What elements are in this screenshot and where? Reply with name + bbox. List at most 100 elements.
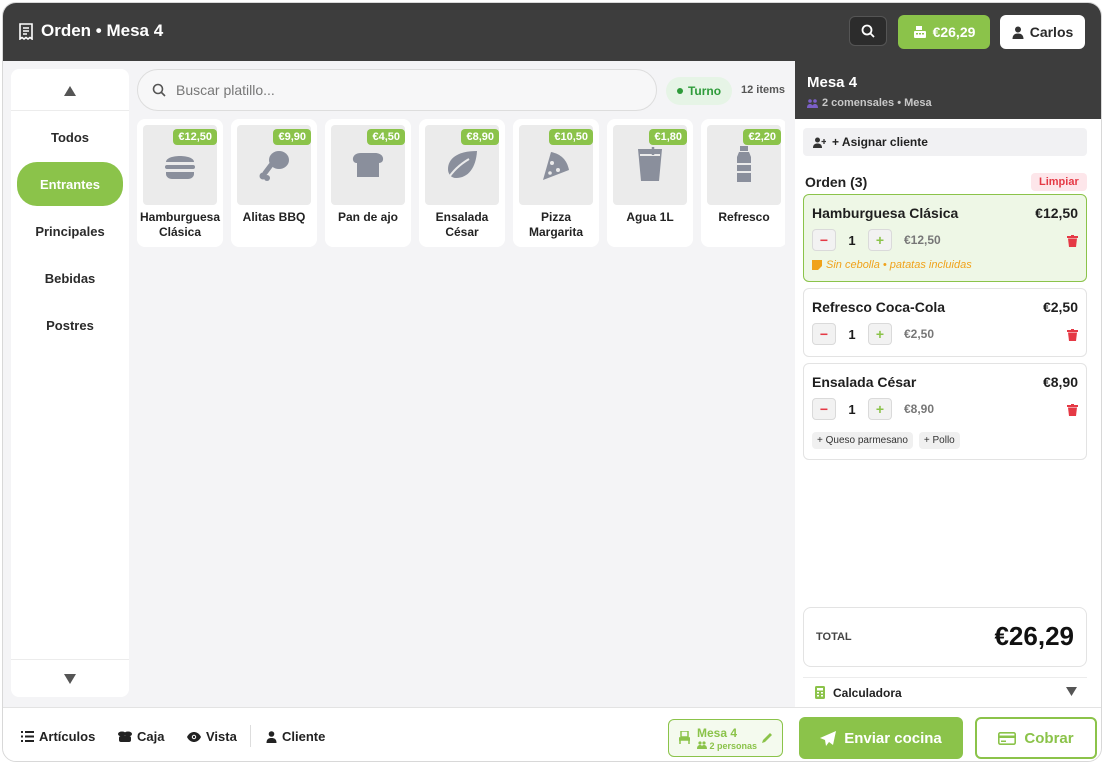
product-card[interactable]: €2,20 Refresco xyxy=(701,119,785,247)
unit-price: €12,50 xyxy=(904,233,941,247)
chair-icon xyxy=(679,731,690,744)
shift-label: Turno xyxy=(687,84,722,98)
category-todos[interactable]: Todos xyxy=(17,117,123,157)
calculator-label: Calculadora xyxy=(833,685,902,700)
delete-line-button[interactable] xyxy=(1067,328,1078,346)
users-icon xyxy=(697,741,707,749)
table-selector-button[interactable]: Mesa 4 2 personas xyxy=(668,719,783,757)
trash-icon xyxy=(1067,235,1078,247)
assign-client-button[interactable]: + Asignar cliente xyxy=(803,128,1087,156)
cash-total-value: €26,29 xyxy=(932,24,976,40)
nav-articulos[interactable]: Artículos xyxy=(21,729,95,744)
line-name: Ensalada César xyxy=(812,374,917,390)
decrease-button[interactable]: − xyxy=(812,398,836,420)
category-postres[interactable]: Postres xyxy=(17,305,123,345)
trash-icon xyxy=(1067,329,1078,341)
bottle-icon xyxy=(737,146,751,182)
increase-button[interactable]: + xyxy=(868,323,892,345)
product-price: €8,90 xyxy=(461,129,499,145)
user-plus-icon xyxy=(813,137,826,148)
product-name: Alitas BBQ xyxy=(242,210,306,224)
delete-line-button[interactable] xyxy=(1067,234,1078,252)
search-button[interactable] xyxy=(849,16,887,46)
pay-button[interactable]: Cobrar xyxy=(975,717,1097,759)
top-bar: Orden • Mesa 4 €26,29 Carlos xyxy=(3,3,1101,61)
increase-button[interactable]: + xyxy=(868,398,892,420)
product-name: Agua 1L xyxy=(626,210,674,224)
note-icon xyxy=(812,260,822,270)
extra-chip: + Queso parmesano xyxy=(812,432,913,449)
line-note: Sin cebolla • patatas incluidas xyxy=(812,259,972,271)
category-bebidas[interactable]: Bebidas xyxy=(17,258,123,298)
extra-chip: + Pollo xyxy=(918,432,960,449)
line-note-text: Sin cebolla • patatas incluidas xyxy=(826,259,972,271)
product-price: €1,80 xyxy=(649,129,687,145)
calculator-toggle[interactable]: Calculadora xyxy=(803,677,1087,707)
product-card[interactable]: €1,80 Agua 1L xyxy=(607,119,693,247)
pizza-icon xyxy=(543,152,569,180)
page-title-text: Orden • Mesa 4 xyxy=(41,21,164,40)
list-icon xyxy=(21,731,34,742)
product-card[interactable]: €9,90 Alitas BBQ xyxy=(231,119,317,247)
product-name: Ensalada César xyxy=(435,210,489,239)
delete-line-button[interactable] xyxy=(1067,403,1078,421)
paper-plane-icon xyxy=(820,730,837,746)
order-line[interactable]: Refresco Coca-Cola €2,50 − 1 + €2,50 xyxy=(803,288,1087,357)
product-card[interactable]: €12,50 Hamburguesa Clásica xyxy=(137,119,223,247)
increase-button[interactable]: + xyxy=(868,229,892,251)
product-card[interactable]: €8,90 Ensalada César xyxy=(419,119,505,247)
category-scroll-down[interactable] xyxy=(11,659,129,697)
line-name: Refresco Coca-Cola xyxy=(812,299,946,315)
user-icon xyxy=(1012,26,1024,39)
nav-vista[interactable]: Vista xyxy=(187,729,237,744)
user-button[interactable]: Carlos xyxy=(1000,15,1085,49)
page-title: Orden • Mesa 4 xyxy=(19,21,163,41)
coins-icon xyxy=(118,731,132,742)
total-value: €26,29 xyxy=(994,621,1074,651)
decrease-button[interactable]: − xyxy=(812,323,836,345)
nav-cliente-label: Cliente xyxy=(282,729,326,744)
product-price: €12,50 xyxy=(173,129,217,145)
clear-order-button[interactable]: Limpiar xyxy=(1031,173,1087,191)
line-name: Hamburguesa Clásica xyxy=(812,205,959,221)
user-name: Carlos xyxy=(1029,24,1074,40)
category-principales[interactable]: Principales xyxy=(17,211,123,251)
unit-price: €8,90 xyxy=(904,402,935,416)
decrease-button[interactable]: − xyxy=(812,229,836,251)
table-title: Mesa 4 xyxy=(807,74,858,91)
table-selector-label: Mesa 4 xyxy=(697,726,738,740)
line-total: €2,50 xyxy=(1042,299,1078,315)
order-line[interactable]: Hamburguesa Clásica €12,50 − 1 + €12,50 … xyxy=(803,194,1087,282)
line-total: €8,90 xyxy=(1042,374,1078,390)
order-line[interactable]: Ensalada César €8,90 − 1 + €8,90 + Queso… xyxy=(803,363,1087,460)
table-subtitle: 2 comensales • Mesa xyxy=(807,97,1091,109)
product-card[interactable]: €10,50 Pizza Margarita xyxy=(513,119,599,247)
product-grid: €12,50 Hamburguesa Clásica €9,90 Alitas … xyxy=(137,119,785,247)
product-name: Pizza Margarita xyxy=(528,210,584,239)
total-label: TOTAL xyxy=(816,631,852,643)
pencil-icon xyxy=(762,733,772,743)
triangle-up-icon xyxy=(64,85,76,96)
items-count: 12 items xyxy=(741,84,786,96)
product-price: €2,20 xyxy=(743,129,781,145)
eye-icon xyxy=(187,731,201,742)
order-panel: Mesa 4 2 comensales • Mesa + Asignar cli… xyxy=(795,61,1101,707)
leaf-icon xyxy=(446,151,477,181)
order-title: Orden (3) xyxy=(805,174,868,190)
product-card[interactable]: €4,50 Pan de ajo xyxy=(325,119,411,247)
calculator-icon xyxy=(815,686,825,699)
quantity-stepper: − 1 + €12,50 xyxy=(812,229,941,251)
send-to-kitchen-button[interactable]: Enviar cocina xyxy=(799,717,963,759)
cash-total-button[interactable]: €26,29 xyxy=(898,15,990,49)
product-price: €10,50 xyxy=(549,129,593,145)
receipt-icon xyxy=(19,22,33,40)
product-name: Pan de ajo xyxy=(337,210,399,224)
category-scroll-up[interactable] xyxy=(11,71,129,111)
category-entrantes[interactable]: Entrantes xyxy=(17,162,123,206)
search-input[interactable] xyxy=(176,82,616,98)
nav-caja[interactable]: Caja xyxy=(118,729,164,744)
nav-cliente[interactable]: Cliente xyxy=(266,729,325,744)
line-extras: + Queso parmesano + Pollo xyxy=(812,432,960,449)
quantity-stepper: − 1 + €8,90 xyxy=(812,398,934,420)
quantity-value: 1 xyxy=(848,232,856,248)
